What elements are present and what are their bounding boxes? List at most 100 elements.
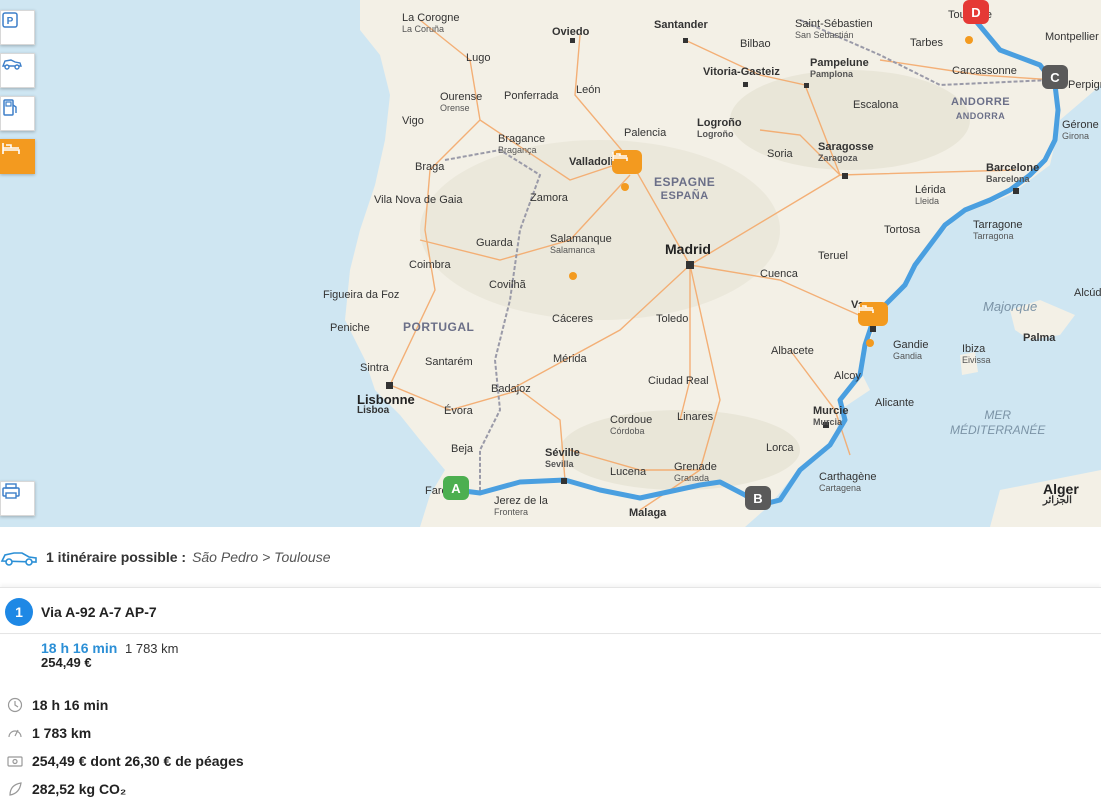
city-label: Perpignan	[1068, 79, 1101, 91]
island-label: Majorque	[983, 299, 1038, 314]
parking-icon: P	[2, 12, 18, 28]
city-label: Peniche	[330, 322, 370, 334]
route-duration: 18 h 16 min	[41, 640, 118, 656]
city-label: Santarém	[425, 356, 473, 368]
city-label: Tarragone Tarragona	[973, 219, 1023, 242]
city-label: Zamora	[530, 192, 568, 204]
stop-dot	[621, 183, 629, 191]
itinerary-route-text: São Pedro > Toulouse	[192, 549, 331, 565]
fuel-button[interactable]	[0, 96, 35, 131]
city-label: Alcúdia	[1074, 287, 1101, 299]
city-label: Tortosa	[884, 224, 921, 236]
city-label: Escalona	[853, 99, 899, 111]
stop-dot	[965, 36, 973, 44]
hotel-stop-marker[interactable]	[858, 302, 888, 326]
city-label: Vigo	[402, 115, 424, 127]
city-label: Palma	[1023, 332, 1056, 344]
route-distance: 1 783 km	[125, 641, 179, 656]
city-label: Covilhã	[489, 279, 526, 291]
detail-cost-text: 254,49 € dont 26,30 € de péages	[32, 752, 244, 769]
city-label: Jerez de la Frontera	[494, 495, 548, 518]
city-label: Pampelune Pamplona	[810, 57, 869, 80]
city-label: Linares	[677, 411, 714, 423]
city-label: Alger الجزائر	[1043, 481, 1079, 506]
city-label: Vitoria-Gasteiz	[703, 66, 780, 78]
city-label: Guarda	[476, 237, 513, 249]
city-label: Murcie Murcia	[813, 405, 849, 428]
city-label: Palencia	[624, 127, 667, 139]
detail-cost: 254,49 € dont 26,30 € de péages	[6, 752, 244, 769]
city-label: Lucena	[610, 466, 647, 478]
city-label: Ciudad Real	[648, 375, 709, 387]
city-label: Malaga	[629, 507, 667, 519]
city-label: Saragosse Zaragoza	[818, 141, 874, 164]
city-label: Lorca	[766, 442, 794, 454]
country-label-spain: ESPAGNE ESPAÑA	[654, 175, 716, 202]
city-label: Barcelone Barcelona	[986, 162, 1040, 185]
city-label: León	[576, 84, 601, 96]
city-label-capital: Madrid	[665, 241, 711, 257]
route-marker-a[interactable]: A	[443, 476, 469, 500]
city-label: Ibiza Eivissa	[962, 343, 991, 366]
city-label: La Corogne La Coruña	[402, 12, 460, 35]
country-label-andorra: ANDORRE ANDORRA	[951, 96, 1011, 121]
itinerary-summary: 1 itinéraire possible : São Pedro > Toul…	[0, 543, 330, 571]
city-label: Soria	[767, 148, 793, 160]
leaf-icon	[6, 780, 23, 797]
detail-co2: 282,52 kg CO₂	[6, 780, 126, 797]
city-label: Carcassonne	[952, 65, 1017, 77]
stop-dot	[569, 272, 577, 280]
city-label: Lisbonne Lisboa	[357, 392, 415, 416]
city-label: Bilbao	[740, 38, 771, 50]
city-label: Braga	[415, 161, 445, 173]
city-label: Toledo	[656, 313, 689, 325]
city-label: Logroño Logroño	[697, 117, 742, 140]
hotel-stop-marker[interactable]	[612, 150, 642, 174]
route-marker-c[interactable]: C	[1042, 65, 1068, 89]
route-number-badge: 1	[5, 598, 33, 626]
city-label: Sintra	[360, 362, 389, 374]
print-button[interactable]	[0, 481, 35, 516]
bed-icon	[858, 304, 874, 313]
sea-label: MER MÉDITERRANÉE	[950, 408, 1046, 437]
route-marker-b[interactable]: B	[745, 486, 771, 510]
route-cost: 254,49 €	[41, 655, 92, 670]
city-label: Alcoy	[834, 370, 861, 382]
city-label: Oviedo	[552, 26, 590, 38]
itinerary-count: 1 itinéraire possible :	[46, 549, 187, 565]
city-label: Badajoz	[491, 383, 531, 395]
city-label: Grenade Granada	[674, 461, 717, 484]
city-label: Mérida	[553, 353, 587, 365]
route-map[interactable]: ESPAGNE ESPAÑA PORTUGAL ANDORRE ANDORRA ME…	[0, 0, 1101, 527]
city-label: Séville Sevilla	[545, 447, 580, 470]
city-label: Alicante	[875, 397, 915, 409]
country-label-portugal: PORTUGAL	[403, 320, 475, 334]
city-label: Beja	[451, 443, 474, 455]
route-marker-d[interactable]: D	[963, 0, 989, 24]
detail-distance-text: 1 783 km	[32, 724, 92, 741]
city-label: Tarbes	[910, 37, 944, 49]
city-label: Bragance Bragança	[498, 133, 546, 156]
bed-icon	[2, 143, 20, 154]
route-option[interactable]: 1 Via A-92 A-7 AP-7	[0, 587, 1101, 634]
car-icon	[0, 552, 37, 566]
car-rental-button[interactable]	[0, 53, 35, 88]
detail-duration-text: 18 h 16 min	[32, 696, 109, 713]
city-label: Ponferrada	[504, 90, 559, 102]
city-label: Coimbra	[409, 259, 451, 271]
hotel-button[interactable]	[0, 139, 35, 174]
speedometer-icon	[6, 724, 23, 741]
clock-icon	[6, 696, 23, 713]
city-label: Lugo	[466, 52, 491, 64]
city-label: Saint-Sébastien San Sebastián	[795, 18, 873, 41]
city-label: Gandie Gandia	[893, 339, 929, 362]
stop-dot	[866, 339, 874, 347]
city-label: Cáceres	[552, 313, 593, 325]
city-label: Albacete	[771, 345, 814, 357]
svg-text:P: P	[7, 16, 14, 27]
detail-distance: 1 783 km	[6, 724, 91, 741]
city-label: Gérone Girona	[1062, 119, 1099, 142]
city-label: Carthagène Cartagena	[819, 471, 877, 494]
printer-icon	[2, 483, 20, 499]
parking-button[interactable]: P	[0, 10, 35, 45]
